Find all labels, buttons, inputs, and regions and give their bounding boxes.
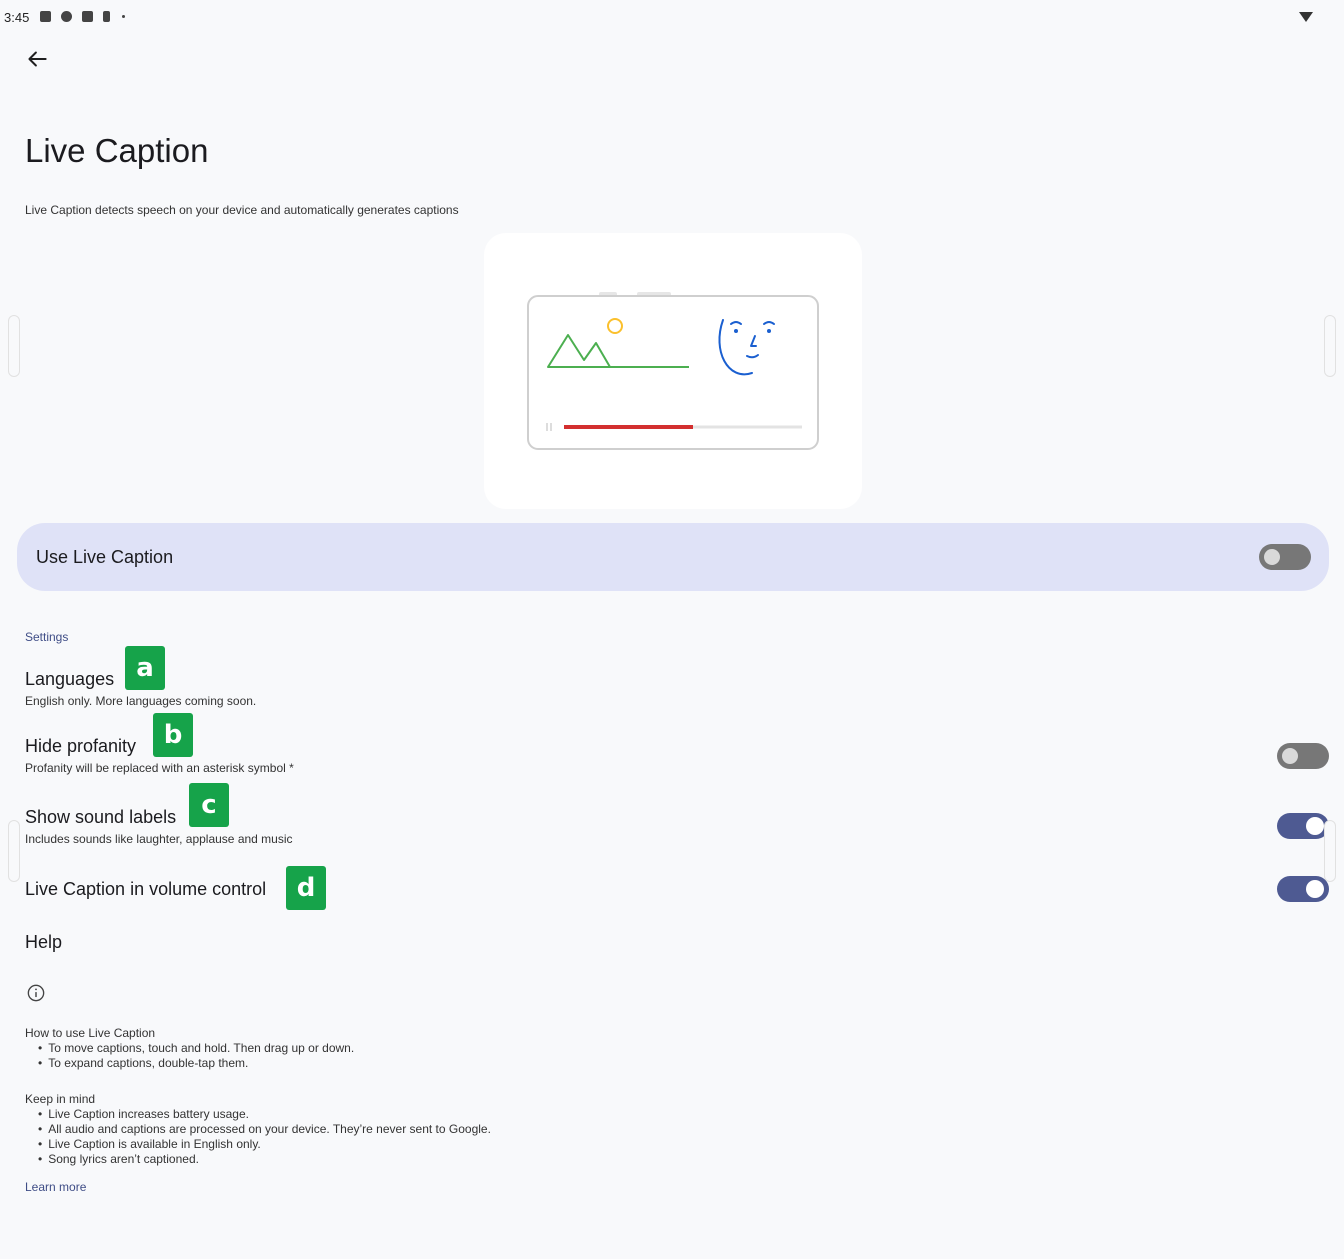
use-live-caption-label: Use Live Caption [36,547,174,567]
list-item: Live Caption is available in English onl… [38,1137,491,1152]
use-live-caption-switch-bar[interactable]: Use Live Caption [17,523,1329,591]
how-to-title: How to use Live Caption [25,1026,156,1040]
volume-control-title[interactable]: Live Caption in volume control [25,879,266,900]
status-bar: 3:45 [0,8,1344,28]
use-live-caption-toggle[interactable] [1259,544,1311,570]
left-edge-handle[interactable] [8,315,20,377]
page-description: Live Caption detects speech on your devi… [25,203,459,217]
sound-labels-title[interactable]: Show sound labels [25,807,176,828]
right-edge-handle[interactable] [1324,315,1336,377]
learn-more-link[interactable]: Learn more [25,1180,86,1194]
toggle-knob [1306,817,1324,835]
hide-profanity-toggle[interactable] [1277,743,1329,769]
list-item: Live Caption increases battery usage. [38,1107,491,1122]
list-item: All audio and captions are processed on … [38,1122,491,1137]
toggle-knob [1282,748,1298,764]
toggle-knob [1264,549,1280,565]
toggle-knob [1306,880,1324,898]
help-title[interactable]: Help [25,932,62,953]
volume-control-toggle[interactable] [1277,876,1329,902]
keep-in-mind-title: Keep in mind [25,1092,96,1106]
list-item: To move captions, touch and hold. Then d… [38,1041,354,1056]
more-notifications-icon [122,15,125,18]
languages-subtitle: English only. More languages coming soon… [25,694,257,708]
right-edge-handle[interactable] [1324,820,1336,882]
photo-icon [82,11,93,22]
list-item: Song lyrics aren’t captioned. [38,1152,491,1167]
annotation-badge-b: b [153,713,193,757]
chrome-icon [61,11,72,22]
back-arrow-icon[interactable] [24,46,50,72]
annotation-badge-d: d [286,866,326,910]
how-to-list: To move captions, touch and hold. Then d… [25,1041,354,1071]
accessibility-icon [103,11,110,22]
keep-in-mind-block: Keep in mind Live Caption increases batt… [25,1092,491,1167]
settings-section-header: Settings [25,630,69,644]
keep-in-mind-list: Live Caption increases battery usage. Al… [25,1107,491,1167]
youtube-icon [40,11,51,22]
list-item: To expand captions, double-tap them. [38,1056,354,1071]
sound-labels-toggle[interactable] [1277,813,1329,839]
status-time: 3:45 [4,10,30,25]
annotation-badge-c: c [189,783,229,827]
info-icon [27,984,45,1002]
notification-icons [40,11,125,22]
languages-title[interactable]: Languages [25,669,114,690]
page-title: Live Caption [25,132,209,169]
sound-labels-subtitle: Includes sounds like laughter, applause … [25,832,293,846]
hide-profanity-title[interactable]: Hide profanity [25,736,136,757]
illustration-card [484,233,862,509]
left-edge-handle[interactable] [8,820,20,882]
live-caption-illustration [527,292,819,450]
annotation-badge-a: a [125,646,165,690]
wifi-icon [1299,12,1313,22]
hide-profanity-subtitle: Profanity will be replaced with an aster… [25,761,294,775]
how-to-block: How to use Live Caption To move captions… [25,1026,354,1071]
